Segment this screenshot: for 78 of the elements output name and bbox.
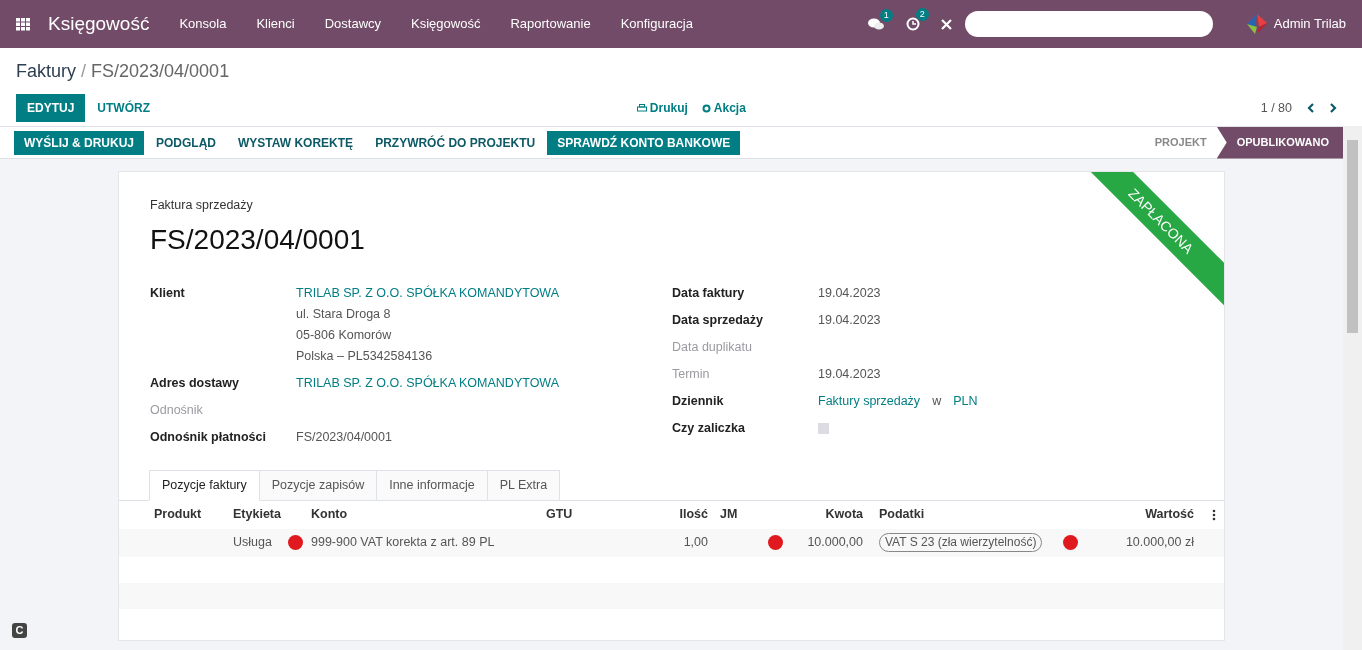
chat-icon[interactable] — [867, 17, 884, 31]
field-value: 19.04.2023 — [818, 365, 881, 383]
column-header[interactable]: Konto — [311, 505, 546, 525]
column-header[interactable]: Kwota — [768, 505, 863, 525]
header-action-button[interactable]: WYSTAW KOREKTĘ — [228, 130, 364, 155]
field-label: Data duplikatu — [672, 338, 753, 356]
header-action-button[interactable]: PODGLĄD — [146, 130, 226, 155]
field-label: Odnośnik płatności — [150, 428, 267, 446]
user-name[interactable]: Admin Trilab — [1273, 14, 1346, 34]
field-link[interactable]: Faktury sprzedaży — [818, 390, 921, 412]
pager-value: 1 / 80 — [1260, 99, 1292, 117]
table-cell-text: 10.000,00 zł — [1124, 534, 1194, 552]
field-label: Dziennik — [672, 392, 725, 410]
invoice-number: FS/2023/04/0001 — [150, 222, 365, 257]
menu-item[interactable]: Dostawcy — [324, 14, 382, 34]
column-header[interactable]: Podatki — [863, 505, 1078, 525]
print-button[interactable]: Drukuj — [636, 99, 688, 117]
scrollbar-thumb[interactable] — [1347, 140, 1358, 333]
field-link[interactable]: PLN — [953, 390, 978, 412]
table-cell-text: Usługa — [233, 534, 272, 552]
create-button[interactable]: UTWÓRZ — [85, 94, 162, 122]
menu-item[interactable]: Konsola — [179, 14, 227, 34]
field-link[interactable]: TRILAB SP. Z O.O. SPÓŁKA KOMANDYTOWA — [296, 372, 560, 394]
previous-icon[interactable] — [1306, 102, 1316, 114]
field-label: Adres dostawy — [150, 374, 240, 392]
header-action-button[interactable]: PRZYWRÓĆ DO PROJEKTU — [365, 130, 546, 155]
column-header[interactable]: Wartość — [1078, 505, 1194, 525]
notebook-tab[interactable]: Pozycje zapisów — [259, 469, 378, 501]
scrollbar[interactable] — [1343, 126, 1362, 650]
field-value: 19.04.2023 — [818, 284, 881, 302]
menu-item[interactable]: Konfiguracja — [620, 14, 693, 34]
field-label: Odnośnik — [150, 401, 204, 419]
breadcrumb-link[interactable]: Faktury — [16, 57, 76, 85]
notebook-tab[interactable]: Inne informacje — [377, 469, 488, 501]
app-title[interactable]: Księgowość — [48, 9, 150, 39]
more-options-icon[interactable] — [1212, 508, 1216, 521]
field-value: w — [932, 392, 942, 410]
column-header[interactable]: GTU — [546, 505, 641, 525]
table-cell-text: 10.000,00 — [807, 534, 863, 552]
clock-icon[interactable] — [905, 17, 920, 31]
table-cell-text: 1,00 — [682, 534, 708, 552]
breadcrumb-separator: / — [81, 59, 87, 83]
notebook-tab[interactable]: Pozycje faktury — [149, 469, 260, 501]
table-cell-text: 999-900 VAT korekta z art. 89 PL — [311, 534, 496, 552]
field-label: Data faktury — [672, 284, 746, 302]
notebook-tab[interactable]: PL Extra — [487, 469, 561, 501]
menu-item[interactable]: Księgowość — [411, 14, 481, 34]
edit-button[interactable]: EDYTUJ — [16, 94, 86, 122]
status-stage[interactable]: PROJEKT — [1144, 126, 1217, 159]
field-value: FS/2023/04/0001 — [296, 428, 392, 446]
field-label: Data sprzedaży — [672, 311, 764, 329]
column-header[interactable]: Ilość — [641, 505, 708, 525]
field-label: Czy zaliczka — [672, 419, 746, 437]
corner-badge[interactable]: C — [12, 623, 27, 638]
checkbox[interactable] — [818, 422, 829, 434]
printer-icon — [636, 103, 647, 113]
column-header[interactable]: Etykieta — [233, 505, 311, 525]
field-label: Klient — [150, 284, 186, 302]
field-value: Polska – PL5342584136 — [296, 347, 433, 365]
field-value: 05-806 Komorów — [296, 326, 392, 344]
field-link[interactable]: TRILAB SP. Z O.O. SPÓŁKA KOMANDYTOWA — [296, 282, 560, 304]
field-value: 19.04.2023 — [818, 311, 881, 329]
menu-item[interactable]: Raportowanie — [510, 14, 591, 34]
count-badge: 2 — [915, 8, 929, 21]
header-action-button[interactable]: WYŚLIJ & DRUKUJ — [14, 130, 144, 155]
header-action-button[interactable]: SPRAWDŹ KONTO BANKOWE — [547, 130, 741, 155]
next-icon[interactable] — [1328, 102, 1338, 114]
count-badge: 1 — [879, 8, 893, 22]
column-header[interactable]: JM — [708, 505, 768, 525]
apps-grid-icon[interactable] — [16, 17, 31, 31]
action-button[interactable]: Akcja — [701, 99, 746, 117]
breadcrumb-current: FS/2023/04/0001 — [91, 59, 230, 83]
field-value: ul. Stara Droga 8 — [296, 305, 391, 323]
column-header[interactable]: Produkt — [154, 505, 233, 525]
field-label: Termin — [672, 365, 711, 383]
company-logo-icon — [1244, 13, 1269, 35]
status-stage[interactable]: OPUBLIKOWANO — [1216, 126, 1343, 159]
menu-item[interactable]: Klienci — [256, 14, 295, 34]
